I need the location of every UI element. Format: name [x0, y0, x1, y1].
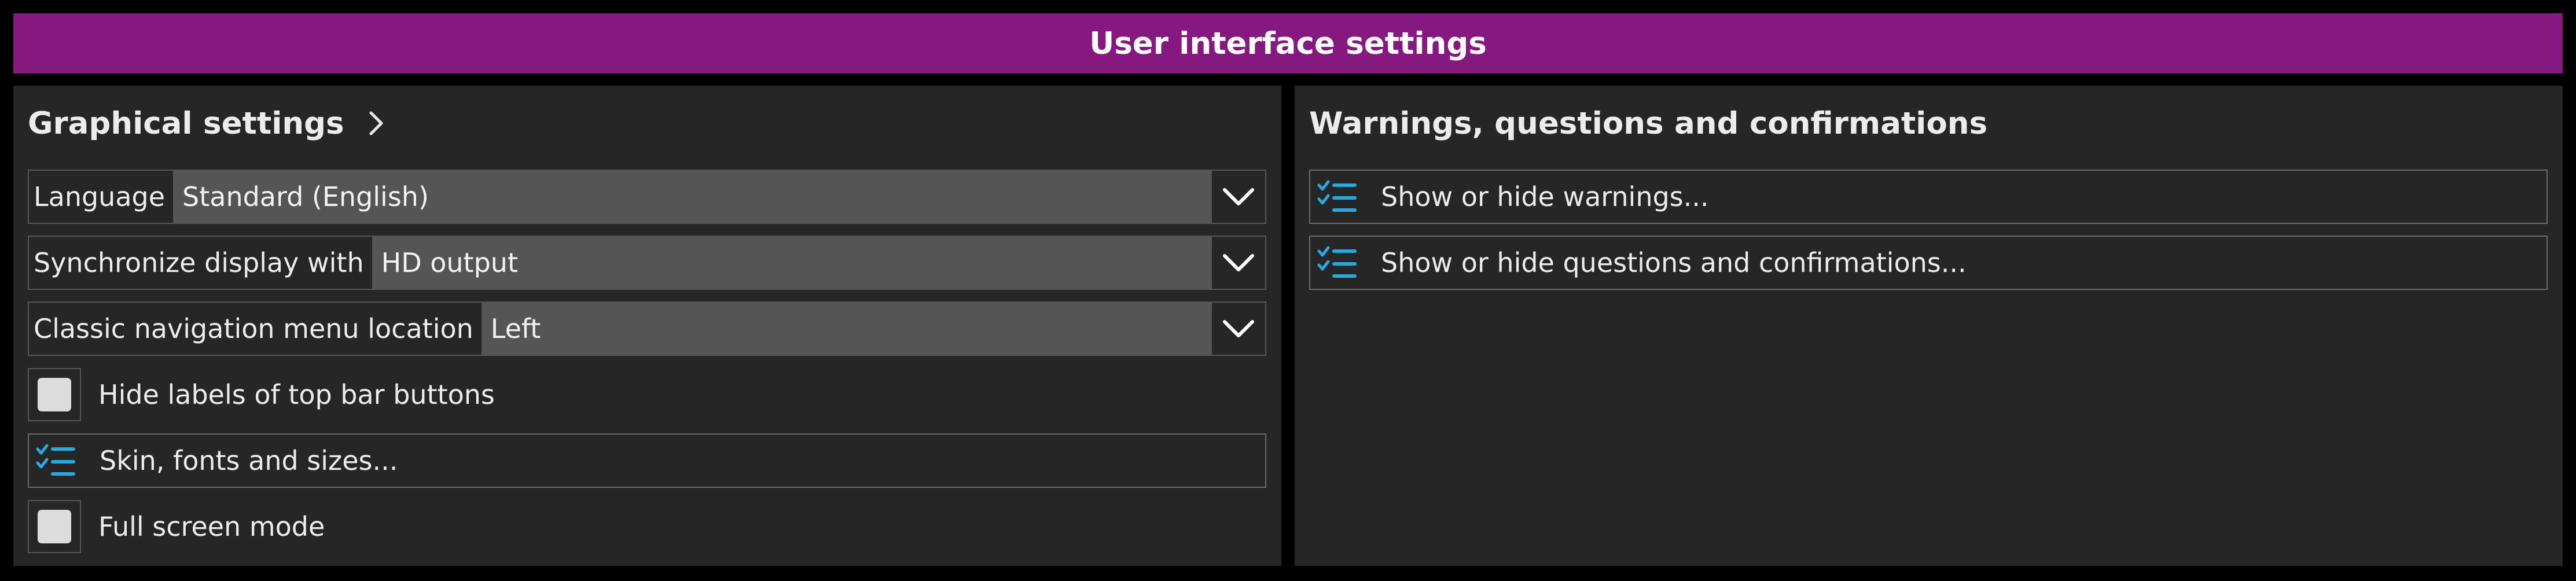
- show-hide-warnings-button[interactable]: Show or hide warnings...: [1309, 170, 2548, 224]
- window-title: User interface settings: [1089, 25, 1487, 61]
- full-screen-label: Full screen mode: [98, 511, 325, 542]
- graphical-settings-title: Graphical settings: [28, 105, 344, 141]
- skin-fonts-sizes-button[interactable]: Skin, fonts and sizes...: [28, 433, 1266, 488]
- chevron-down-icon: [1223, 320, 1254, 337]
- checklist-icon: [29, 435, 82, 487]
- language-dropdown[interactable]: Language Standard (English): [28, 170, 1266, 224]
- hide-labels-checkbox[interactable]: [28, 368, 81, 421]
- sync-display-value[interactable]: HD output: [372, 237, 1212, 289]
- hide-labels-label: Hide labels of top bar buttons: [98, 379, 495, 410]
- language-dropdown-button[interactable]: [1212, 171, 1265, 223]
- full-screen-checkbox[interactable]: [28, 500, 81, 553]
- nav-menu-location-dropdown[interactable]: Classic navigation menu location Left: [28, 301, 1266, 356]
- language-label: Language: [34, 181, 166, 212]
- checklist-icon: [1310, 171, 1364, 223]
- warnings-panel: Warnings, questions and confirmations Sh…: [1295, 86, 2563, 566]
- chevron-down-icon: [1223, 254, 1254, 271]
- full-screen-option[interactable]: Full screen mode: [28, 499, 325, 554]
- nav-menu-location-label: Classic navigation menu location: [34, 313, 473, 344]
- checklist-icon: [1310, 237, 1364, 289]
- sync-display-dropdown[interactable]: Synchronize display with HD output: [28, 236, 1266, 290]
- nav-menu-location-dropdown-button[interactable]: [1212, 303, 1265, 355]
- language-value[interactable]: Standard (English): [173, 171, 1212, 223]
- skin-fonts-sizes-label: Skin, fonts and sizes...: [100, 445, 398, 476]
- window-title-bar: User interface settings: [13, 13, 2563, 73]
- checkbox-box: [38, 510, 71, 543]
- checkbox-box: [38, 378, 71, 411]
- chevron-down-icon: [1223, 188, 1254, 205]
- show-hide-questions-label: Show or hide questions and confirmations…: [1381, 247, 1967, 278]
- hide-labels-option[interactable]: Hide labels of top bar buttons: [28, 367, 495, 422]
- warnings-title: Warnings, questions and confirmations: [1309, 105, 1988, 141]
- show-hide-questions-button[interactable]: Show or hide questions and confirmations…: [1309, 236, 2548, 290]
- chevron-right-icon: [369, 111, 383, 135]
- graphical-settings-header[interactable]: Graphical settings: [28, 103, 386, 144]
- nav-menu-location-value[interactable]: Left: [481, 303, 1212, 355]
- show-hide-warnings-label: Show or hide warnings...: [1381, 181, 1709, 212]
- warnings-header: Warnings, questions and confirmations: [1309, 103, 1987, 144]
- graphical-settings-panel: Graphical settings Language Standard (En…: [13, 86, 1281, 566]
- sync-display-dropdown-button[interactable]: [1212, 237, 1265, 289]
- sync-display-label: Synchronize display with: [34, 247, 364, 278]
